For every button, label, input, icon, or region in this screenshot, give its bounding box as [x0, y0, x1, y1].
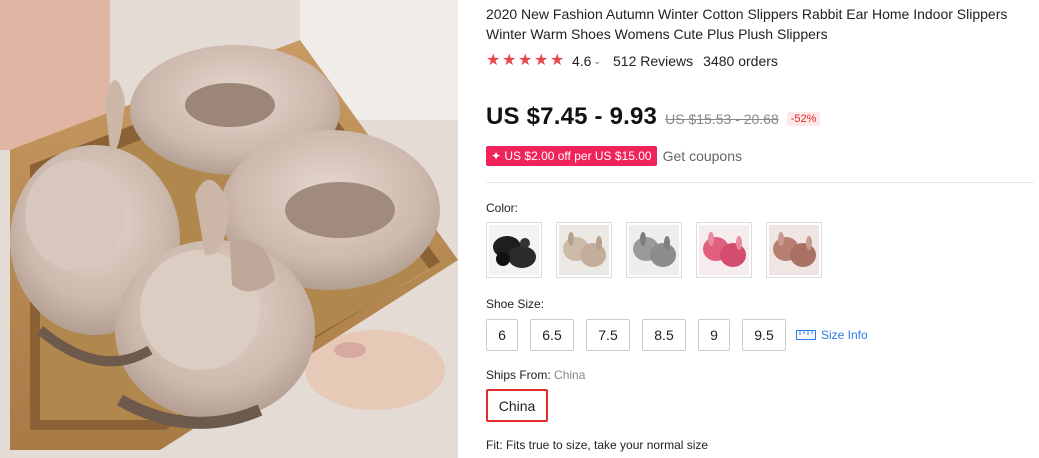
- ship-from-option-china[interactable]: China: [486, 389, 548, 422]
- size-options: 6 6.5 7.5 8.5 9 9.5 Size Info: [486, 319, 868, 351]
- rating-row: ★ ★ ★ ★ ★ 4.6 ⌄ 512 Reviews 3480 orders: [486, 52, 778, 70]
- orders-count: 3480 orders: [703, 53, 778, 69]
- color-swatches: [486, 222, 822, 278]
- ships-from-title: Ships From:: [486, 368, 551, 382]
- swatch-image: [703, 232, 746, 267]
- ships-from-value: China: [554, 368, 586, 382]
- star-rating: ★ ★ ★ ★ ★: [486, 52, 565, 69]
- product-photo-illustration: [0, 0, 458, 458]
- ruler-icon: [796, 330, 816, 340]
- size-option[interactable]: 6.5: [530, 319, 574, 351]
- fit-label: Fit:: [486, 438, 503, 452]
- size-info-label: Size Info: [821, 328, 868, 342]
- fit-note: Fit: Fits true to size, take your normal…: [486, 438, 708, 452]
- swatch-image: [493, 236, 536, 268]
- current-price: US $7.45 - 9.93: [486, 103, 658, 130]
- star-icon: ★: [502, 52, 517, 69]
- swatch-image: [633, 232, 676, 267]
- coupon-row: ✦ US $2.00 off per US $15.00 Get coupons: [486, 146, 742, 166]
- size-info-link[interactable]: Size Info: [796, 328, 868, 342]
- color-swatch-beige[interactable]: [556, 222, 612, 278]
- price-row: US $7.45 - 9.93 US $15.53 - 20.68 -52%: [486, 103, 821, 131]
- star-icon: ★: [486, 52, 501, 69]
- swatch-image: [773, 232, 816, 267]
- rating-value[interactable]: 4.6: [572, 53, 591, 69]
- get-coupons-link[interactable]: Get coupons: [663, 148, 742, 164]
- reviews-link[interactable]: 512 Reviews: [613, 53, 693, 69]
- size-option[interactable]: 6: [486, 319, 518, 351]
- color-swatch-black[interactable]: [486, 222, 542, 278]
- size-option[interactable]: 7.5: [586, 319, 630, 351]
- chevron-down-icon[interactable]: ⌄: [593, 56, 601, 67]
- color-label: Color:: [486, 201, 519, 215]
- original-price: US $15.53 - 20.68: [665, 111, 779, 127]
- size-option[interactable]: 9: [698, 319, 730, 351]
- divider: [486, 182, 1034, 183]
- coupon-badge[interactable]: ✦ US $2.00 off per US $15.00: [486, 146, 657, 166]
- discount-badge: -52%: [786, 112, 821, 126]
- color-swatch-gray[interactable]: [626, 222, 682, 278]
- product-image[interactable]: [0, 0, 458, 458]
- ships-from-label: Ships From: China: [486, 368, 585, 382]
- size-option[interactable]: 9.5: [742, 319, 786, 351]
- product-title: 2020 New Fashion Autumn Winter Cotton Sl…: [486, 6, 1008, 42]
- fit-text: Fits true to size, take your normal size: [506, 438, 709, 452]
- star-icon: ★: [550, 52, 565, 69]
- swatch-image: [563, 232, 606, 267]
- star-icon: ★: [534, 52, 549, 69]
- color-swatch-pink-brown[interactable]: [766, 222, 822, 278]
- shoe-size-label: Shoe Size:: [486, 297, 545, 311]
- star-icon: ★: [518, 52, 533, 69]
- size-option[interactable]: 8.5: [642, 319, 686, 351]
- color-swatch-rose[interactable]: [696, 222, 752, 278]
